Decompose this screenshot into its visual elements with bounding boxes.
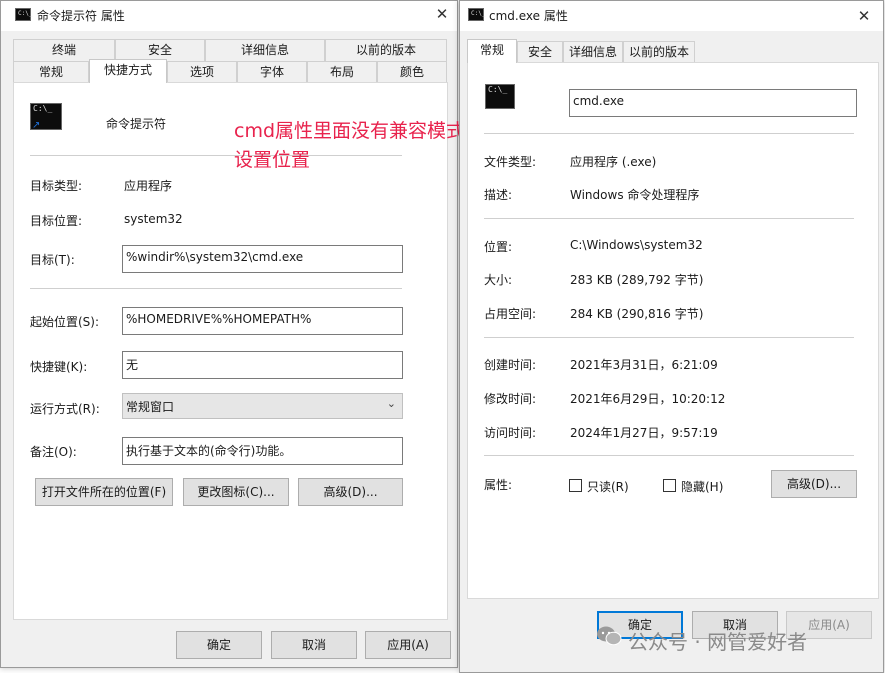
cmd-large-icon: C:\_ [485,84,515,109]
size-value: 283 KB (289,792 字节) [570,273,704,287]
comment-input[interactable]: 执行基于文本的(命令行)功能。 [122,437,403,465]
shortcut-key-label: 快捷键(K): [30,360,88,374]
location-value: C:\Windows\system32 [570,238,703,252]
size-label: 大小: [484,273,513,287]
open-file-location-button[interactable]: 打开文件所在的位置(F) [35,478,173,506]
tab-shortcut[interactable]: 快捷方式 [89,59,167,83]
accessed-label: 访问时间: [484,426,537,440]
hidden-label[interactable]: 隐藏(H) [681,478,723,495]
ok-button[interactable]: 确定 [176,631,262,659]
window-title: cmd.exe 属性 [489,9,568,23]
created-value: 2021年3月31日，6:21:09 [570,358,718,372]
tab-details[interactable]: 详细信息 [563,41,623,63]
tab-font[interactable]: 字体 [237,61,307,83]
run-select-value: 常规窗口 [126,400,175,414]
run-select[interactable]: 常规窗口 ⌄ [122,393,403,419]
divider [484,218,854,219]
target-location-value: system32 [124,212,183,226]
tab-details[interactable]: 详细信息 [205,39,325,61]
target-input[interactable]: %windir%\system32\cmd.exe [122,245,403,273]
tab-security[interactable]: 安全 [517,41,563,63]
annotation-line-2: 设置位置 [234,149,311,171]
cancel-button[interactable]: 取消 [271,631,357,659]
start-in-input[interactable]: %HOMEDRIVE%%HOMEPATH% [122,307,403,335]
general-tab-panel: C:\_ cmd.exe 文件类型: 应用程序 (.exe) 描述: Windo… [467,62,879,599]
start-in-label: 起始位置(S): [30,315,100,329]
tab-previous-versions[interactable]: 以前的版本 [325,39,447,61]
size-on-disk-value: 284 KB (290,816 字节) [570,307,704,321]
wechat-icon [597,626,622,646]
chevron-down-icon: ⌄ [386,397,396,410]
divider [484,337,854,338]
annotation-line-1: cmd属性里面没有兼容模式 [234,120,466,142]
target-label: 目标(T): [30,253,75,267]
advanced-button[interactable]: 高级(D)... [771,470,857,498]
advanced-button[interactable]: 高级(D)... [298,478,403,506]
shortcut-key-input[interactable]: 无 [122,351,403,379]
target-type-value: 应用程序 [124,179,173,193]
apply-button[interactable]: 应用(A) [365,631,451,659]
modified-label: 修改时间: [484,392,537,406]
file-type-label: 文件类型: [484,155,537,169]
app-name: 命令提示符 [106,117,167,131]
tab-terminal[interactable]: 终端 [13,39,115,61]
description-label: 描述: [484,188,513,202]
cmd-title-icon: C:\_ [468,8,485,21]
description-value: Windows 命令处理程序 [570,188,700,202]
close-icon[interactable]: ✕ [853,5,875,27]
readonly-label[interactable]: 只读(R) [587,478,629,495]
tab-options[interactable]: 选项 [167,61,237,83]
window-title: 命令提示符 属性 [37,9,125,23]
tab-layout[interactable]: 布局 [307,61,377,83]
divider [484,455,854,456]
tab-colors[interactable]: 颜色 [377,61,447,83]
divider [30,288,402,289]
change-icon-button[interactable]: 更改图标(C)... [183,478,289,506]
tab-security[interactable]: 安全 [115,39,205,61]
divider [30,155,402,156]
readonly-checkbox[interactable] [569,479,582,492]
watermark-text: 公众号 · 网管爱好者 [628,630,808,654]
close-icon[interactable]: ✕ [431,3,453,25]
shortcut-properties-window: C:\_ 命令提示符 属性 ✕ 终端 安全 详细信息 以前的版本 常规 快捷方式… [0,0,458,668]
file-type-value: 应用程序 (.exe) [570,155,657,169]
tab-general[interactable]: 常规 [467,39,517,63]
title-bar[interactable]: C:\_ cmd.exe 属性 ✕ [460,1,883,31]
file-name-input[interactable]: cmd.exe [569,89,857,117]
accessed-value: 2024年1月27日，9:57:19 [570,426,718,440]
shortcut-arrow-icon: ↗ [32,120,41,131]
modified-value: 2021年6月29日，10:20:12 [570,392,726,406]
target-type-label: 目标类型: [30,179,83,193]
run-label: 运行方式(R): [30,402,100,416]
target-location-label: 目标位置: [30,214,83,228]
attributes-label: 属性: [484,478,513,492]
cmd-title-icon: C:\_ [15,8,32,21]
location-label: 位置: [484,240,513,254]
created-label: 创建时间: [484,358,537,372]
hidden-checkbox[interactable] [663,479,676,492]
tab-general[interactable]: 常规 [13,61,89,83]
title-bar[interactable]: C:\_ 命令提示符 属性 ✕ [1,1,457,31]
cmd-exe-properties-window: C:\_ cmd.exe 属性 ✕ 常规 安全 详细信息 以前的版本 C:\_ … [459,0,884,673]
tab-previous-versions[interactable]: 以前的版本 [623,41,695,63]
divider [484,133,854,134]
shortcut-tab-panel: C:\_ ↗ 命令提示符 目标类型: 应用程序 目标位置: system32 目… [13,82,448,620]
comment-label: 备注(O): [30,445,77,459]
size-on-disk-label: 占用空间: [484,307,537,321]
